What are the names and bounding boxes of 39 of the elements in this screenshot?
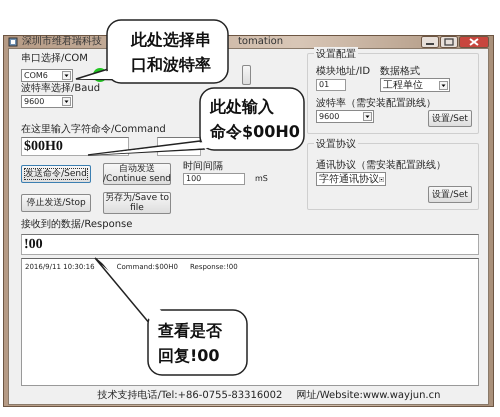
set-button[interactable]: 设置/Set: [428, 110, 472, 127]
maximize-icon[interactable]: [440, 36, 458, 48]
window-title: tomation: [238, 36, 284, 48]
dropdown[interactable]: 9600: [316, 110, 374, 123]
callout-text: 此处输入 命令$00H0: [210, 96, 300, 143]
group-title: 设置协议: [314, 137, 358, 151]
field-label: 在这里输入字符命令/Command: [21, 124, 166, 136]
dropdown[interactable]: 工程单位: [380, 78, 450, 92]
unit-label: mS: [255, 173, 268, 185]
command-field[interactable]: $00H0: [21, 137, 129, 156]
field-label: 接收到的数据/Response: [21, 219, 132, 231]
close-icon[interactable]: [459, 36, 489, 48]
app-icon: [8, 37, 18, 47]
callout-text: 此处选择串 口和波特率: [131, 28, 211, 76]
website-text: 网址/Website:www.wayjun.cn: [296, 390, 440, 402]
field-label: 时间间隔: [183, 161, 223, 173]
field-label: 模块地址/ID: [316, 66, 372, 78]
dropdown[interactable]: 9600: [21, 95, 73, 108]
set-button[interactable]: 设置/Set: [428, 186, 472, 203]
command-button[interactable]: 另存为/Save to file: [103, 192, 171, 214]
field-label: 数据格式: [380, 66, 421, 78]
field-label: 波特率（需安装配置跳线）: [316, 98, 436, 110]
dropdown[interactable]: 字符通讯协议: [316, 172, 386, 186]
field-label: 串口选择/COM: [21, 53, 88, 65]
command-button[interactable]: 停止发送/Stop: [21, 194, 91, 212]
callout-text: 查看是否 回复!00: [158, 320, 222, 366]
response-field[interactable]: !00: [21, 234, 479, 255]
window-title: 深圳市维君瑞科技: [22, 36, 102, 48]
phone-text: 技术支持电话/Tel:+86-0755-83316002: [98, 390, 282, 402]
field-label: 通讯协议（需安装配置跳线）: [316, 160, 446, 172]
command-button[interactable]: 发送命令/Send: [21, 165, 91, 183]
dropdown[interactable]: COM6: [21, 68, 73, 82]
group-title: 设置配置: [314, 47, 358, 61]
interval-field[interactable]: 100: [183, 173, 245, 185]
minimize-icon[interactable]: [421, 36, 439, 48]
field-label: 波特率选择/Baud: [21, 83, 100, 95]
address-field[interactable]: 01: [316, 79, 346, 91]
port-button[interactable]: [242, 65, 251, 85]
command-button[interactable]: 自动发送 /Continue send: [103, 163, 171, 185]
